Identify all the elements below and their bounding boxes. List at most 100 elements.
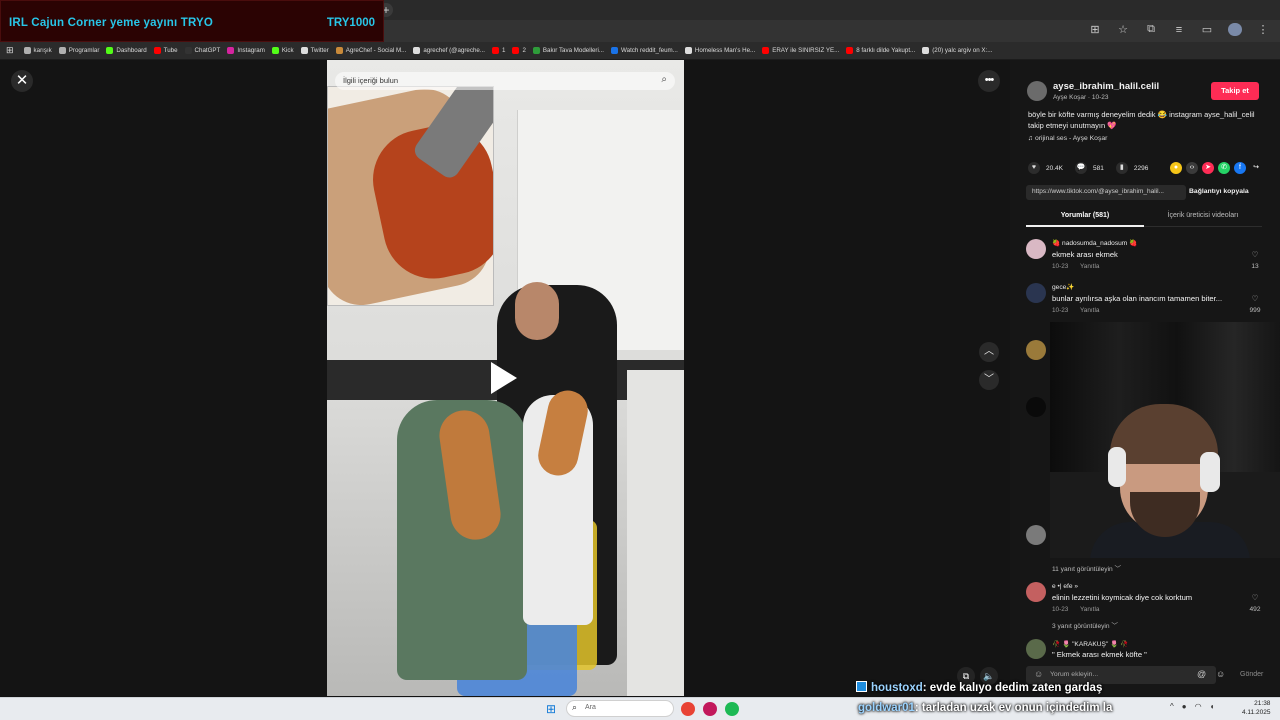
bookmark-item[interactable]: (20) yalc argiv on X:... xyxy=(922,47,992,54)
menu-icon[interactable]: ⋮ xyxy=(1256,23,1270,36)
comment-date: 10-23 xyxy=(1052,606,1069,613)
bookmark-icon xyxy=(611,47,619,54)
reply-button[interactable]: Yanıtla xyxy=(1080,307,1099,314)
comment-author[interactable]: 🥀 🌷 "KARAKUŞ" 🌷 🥀 xyxy=(1052,640,1128,648)
bookmark-item[interactable]: 2 xyxy=(512,47,526,54)
bookmark-item[interactable]: agrechef (@agreche... xyxy=(413,47,485,54)
app-icon[interactable] xyxy=(703,702,717,716)
bookmark-label: Kick xyxy=(281,47,294,54)
share-icon[interactable]: ↪ xyxy=(1250,162,1262,174)
link-field[interactable]: https://www.tiktok.com/@ayse_ibrahim_hal… xyxy=(1026,185,1186,200)
avatar[interactable] xyxy=(1027,81,1047,101)
chrome-icon[interactable] xyxy=(681,702,695,716)
comment-avatar[interactable] xyxy=(1026,340,1046,360)
bookmark-item[interactable]: Homeless Man's He... xyxy=(684,47,755,54)
tab-creator-videos[interactable]: İçerik üreticisi videoları xyxy=(1144,212,1262,219)
taskbar-search[interactable]: ⌕ Ara xyxy=(566,700,674,717)
bookmark-icon[interactable]: ▮ xyxy=(1115,162,1128,174)
active-tab-indicator xyxy=(1026,225,1144,227)
heart-icon[interactable]: ♡ xyxy=(1245,250,1265,259)
comment-avatar[interactable] xyxy=(1026,239,1046,259)
heart-icon[interactable]: ♡ xyxy=(1245,294,1265,303)
send-button[interactable]: Gönder xyxy=(1240,671,1263,678)
apps-icon[interactable]: ⊞ xyxy=(6,45,14,56)
bookmark-item[interactable]: 1 xyxy=(492,47,505,54)
post-username[interactable]: ayse_ibrahim_halil.celil xyxy=(1053,81,1159,92)
comment-author[interactable]: gece✨ xyxy=(1052,283,1075,291)
sidebar-icon[interactable]: ▭ xyxy=(1200,23,1214,36)
bookmark-item[interactable]: karışık xyxy=(23,47,52,54)
bookmark-item[interactable]: 8 farklı dilde Yakupt... xyxy=(846,47,915,54)
bookmark-item[interactable]: ChatGPT xyxy=(184,47,220,54)
follow-button[interactable]: Takip et xyxy=(1211,82,1259,100)
previous-video-button[interactable]: ︿ xyxy=(979,342,999,362)
comment-count: 581 xyxy=(1093,164,1104,172)
view-replies-button[interactable]: 3 yanıt görüntüleyin ﹀ xyxy=(1052,620,1118,630)
search-icon[interactable]: ⌕ xyxy=(661,74,667,85)
bookmark-item[interactable]: Bakır Tava Modelleri... xyxy=(532,47,604,54)
volume-icon[interactable]: ◖ xyxy=(1210,702,1215,711)
play-icon[interactable] xyxy=(491,362,517,394)
mic-icon[interactable]: ● xyxy=(1182,702,1187,711)
bookmark-item[interactable]: Instagram xyxy=(227,47,265,54)
bookmark-icon xyxy=(23,47,31,54)
reply-button[interactable]: Yanıtla xyxy=(1080,606,1099,613)
mention-icon[interactable]: @ xyxy=(1197,669,1206,679)
comment-text: elinin lezzetini koymicak diye cok korkt… xyxy=(1052,593,1193,602)
post-description: böyle bir köfte varmış deneyelim dedik 😂… xyxy=(1028,110,1255,130)
comment-like-count: 999 xyxy=(1249,307,1261,314)
close-button[interactable]: ✕ xyxy=(11,70,33,92)
bookmark-item[interactable]: Tube xyxy=(153,47,178,54)
profile-icon[interactable] xyxy=(1228,23,1242,36)
windows-start-icon[interactable]: ⊞ xyxy=(546,702,556,716)
copy-link-button[interactable]: Bağlantıyı kopyala xyxy=(1189,188,1249,195)
more-options-button[interactable]: ••• xyxy=(978,70,1000,92)
install-icon[interactable]: ⊞ xyxy=(1088,23,1102,36)
bookmark-item[interactable]: Twitter xyxy=(300,47,329,54)
view-replies-button[interactable]: 11 yanıt görüntüleyin ﹀ xyxy=(1052,563,1121,573)
comment-author[interactable]: 🍓 nadosumda_nadosum 🍓 xyxy=(1052,239,1137,247)
comment-like-count: 13 xyxy=(1251,263,1259,270)
chevron-up-icon[interactable]: ^ xyxy=(1170,702,1174,711)
comment-avatar[interactable] xyxy=(1026,397,1046,417)
bookmark-item[interactable]: ERAY ile SINIRSIZ YE... xyxy=(762,47,839,54)
coin-icon[interactable]: ● xyxy=(1170,162,1182,174)
comment-avatar[interactable] xyxy=(1026,283,1046,303)
bookmark-icon xyxy=(184,47,192,54)
whatsapp-icon[interactable]: ✆ xyxy=(1218,162,1230,174)
sound-link[interactable]: ♫ orijinal ses - Ayşe Koşar xyxy=(1028,135,1107,142)
system-clock[interactable]: 21:38 4.11.2025 xyxy=(1242,699,1270,717)
media-icon[interactable]: ≡ xyxy=(1172,24,1186,36)
streamer-webcam xyxy=(1050,322,1280,558)
related-search-bar[interactable]: İlgili içeriği bulun ⌕ xyxy=(335,72,675,90)
bookmark-icon xyxy=(300,47,308,54)
bookmark-item[interactable]: Programlar xyxy=(58,47,99,54)
stream-title-banner: IRL Cajun Corner yeme yayını TRYO TRY100… xyxy=(0,0,384,42)
send-icon[interactable]: ➤ xyxy=(1202,162,1214,174)
bookmark-item[interactable]: Watch reddit_feum... xyxy=(611,47,678,54)
bookmark-item[interactable]: Kick xyxy=(271,47,294,54)
embed-icon[interactable]: ‹› xyxy=(1186,162,1198,174)
chat-text: : tarladan uzak ev onun içindedim la xyxy=(914,702,1113,714)
heart-icon[interactable]: ♡ xyxy=(1245,593,1265,602)
comment-author[interactable]: e •| efe » xyxy=(1052,583,1078,590)
bookmark-item[interactable]: Dashboard xyxy=(106,47,147,54)
emoji-icon[interactable]: ☺ xyxy=(1216,669,1225,679)
comment-avatar[interactable] xyxy=(1026,639,1046,659)
spotify-icon[interactable] xyxy=(725,702,739,716)
star-icon[interactable]: ☆ xyxy=(1116,23,1130,36)
heart-icon[interactable]: ♥ xyxy=(1028,162,1040,174)
reply-button[interactable]: Yanıtla xyxy=(1080,263,1099,270)
tab-comments[interactable]: Yorumlar (581) xyxy=(1026,212,1144,219)
bookmark-item[interactable]: AgreChef - Social M... xyxy=(335,47,406,54)
network-icon[interactable]: ◠ xyxy=(1195,702,1202,711)
chat-message: houstoxd: evde kalıyo dedim zaten gardaş xyxy=(856,681,1102,694)
next-video-button[interactable]: ﹀ xyxy=(979,370,999,390)
extensions-icon[interactable]: ⧉ xyxy=(1144,23,1158,36)
bookmark-icon xyxy=(492,47,499,54)
comment-icon[interactable]: 💬 xyxy=(1075,162,1087,174)
video-player[interactable]: İlgili içeriği bulun ⌕ xyxy=(327,60,684,696)
comment-avatar[interactable] xyxy=(1026,525,1046,545)
facebook-icon[interactable]: f xyxy=(1234,162,1246,174)
comment-avatar[interactable] xyxy=(1026,582,1046,602)
